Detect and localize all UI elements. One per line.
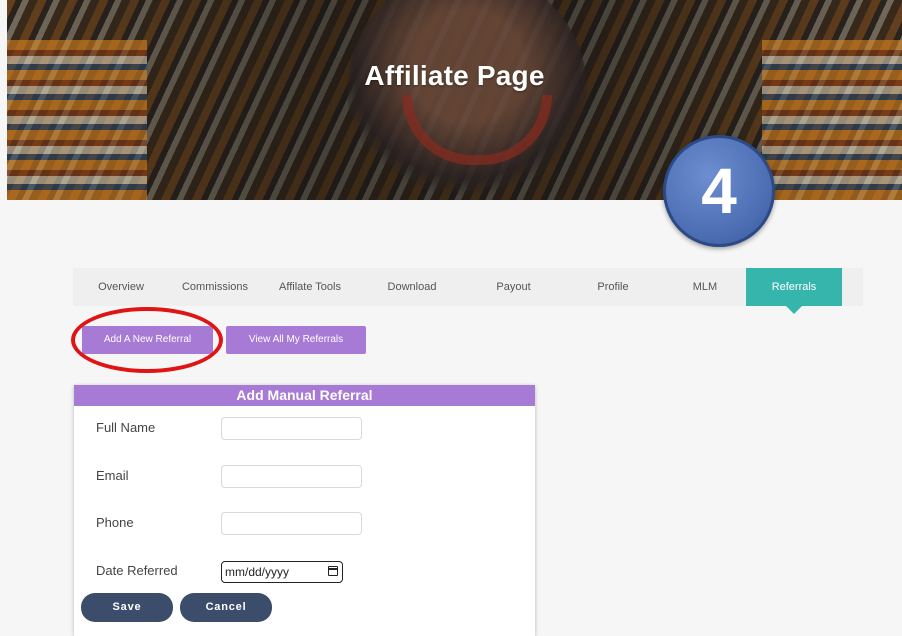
date-referred-label: Date Referred	[96, 563, 178, 578]
tab-payout[interactable]: Payout	[465, 268, 562, 306]
tab-overview[interactable]: Overview	[73, 268, 169, 306]
tab-referrals[interactable]: Referrals	[746, 268, 842, 314]
phone-label: Phone	[96, 515, 134, 530]
tab-mlm[interactable]: MLM	[664, 268, 746, 306]
add-new-referral-button[interactable]: Add A New Referral	[82, 326, 213, 354]
tab-profile[interactable]: Profile	[562, 268, 664, 306]
date-referred-input[interactable]: mm/dd/yyyy	[221, 561, 343, 583]
tab-download[interactable]: Download	[359, 268, 465, 306]
email-label: Email	[96, 468, 129, 483]
date-placeholder: mm/dd/yyyy	[225, 565, 290, 579]
affiliate-tabs: Overview Commissions Affilate Tools Down…	[73, 268, 863, 314]
page-title: Affiliate Page	[364, 60, 545, 91]
phone-input[interactable]	[221, 512, 362, 535]
cancel-button[interactable]: Cancel	[180, 593, 272, 622]
save-button[interactable]: Save	[81, 593, 173, 622]
full-name-input[interactable]	[221, 417, 362, 440]
form-title: Add Manual Referral	[74, 385, 535, 406]
email-input[interactable]	[221, 465, 362, 488]
step-number-badge: 4	[663, 135, 775, 247]
calendar-icon[interactable]	[328, 566, 338, 576]
tab-affiliate-tools[interactable]: Affilate Tools	[261, 268, 359, 306]
full-name-label: Full Name	[96, 420, 156, 435]
view-all-referrals-button[interactable]: View All My Referrals	[226, 326, 366, 354]
tab-commissions[interactable]: Commissions	[169, 268, 261, 306]
